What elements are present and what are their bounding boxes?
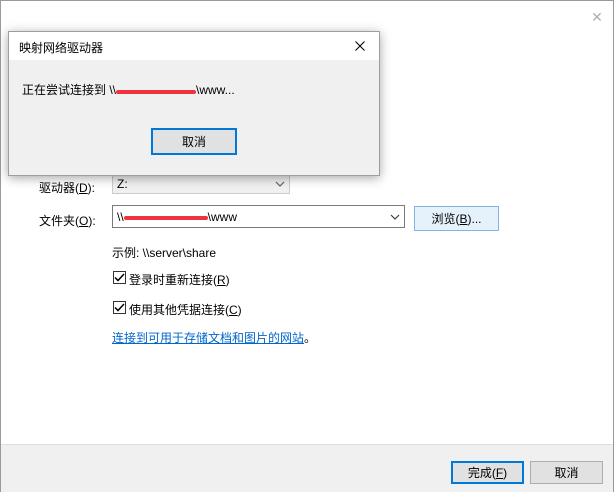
credentials-label-suffix: ): [237, 303, 242, 317]
folder-combobox[interactable]: \\ \www: [112, 205, 405, 228]
other-credentials-label[interactable]: 使用其他凭据连接(C): [129, 301, 242, 318]
drive-label-suffix: ):: [87, 181, 96, 195]
storage-site-link[interactable]: 连接到可用于存储文档和图片的网站: [112, 331, 304, 345]
wizard-cancel-button[interactable]: 取消: [530, 461, 603, 484]
wizard-close-icon[interactable]: ✕: [589, 9, 605, 25]
folder-prefix: \\: [117, 209, 124, 224]
browse-accesskey: B: [459, 211, 468, 226]
folder-label: 文件夹(O):: [39, 212, 96, 229]
folder-label-accesskey: O: [79, 214, 89, 228]
credentials-label-text: 使用其他凭据连接(: [129, 303, 229, 317]
reconnect-label-text: 登录时重新连接(: [129, 273, 217, 287]
dialog-titlebar: 映射网络驱动器: [9, 32, 379, 60]
drive-select-value: Z:: [117, 176, 128, 191]
storage-site-link-row: 连接到可用于存储文档和图片的网站。: [112, 329, 316, 346]
drive-label-accesskey: D: [79, 181, 88, 195]
redaction-mark: [116, 89, 197, 94]
browse-button[interactable]: 浏览(B)...: [414, 206, 499, 231]
folder-suffix: \www: [207, 209, 238, 224]
folder-input-value: \\ \www: [113, 210, 386, 224]
chevron-down-icon: [271, 174, 289, 193]
dialog-title: 映射网络驱动器: [19, 41, 104, 55]
drive-select[interactable]: Z:: [112, 173, 290, 194]
example-text: 示例: \\server\share: [112, 246, 217, 260]
close-icon[interactable]: [349, 36, 371, 56]
other-credentials-checkbox[interactable]: [113, 301, 126, 314]
reconnect-checkbox[interactable]: [113, 271, 126, 284]
folder-label-text: 文件夹(: [39, 214, 79, 228]
folder-label-suffix: ):: [88, 214, 96, 228]
browse-label: 浏览(: [431, 212, 460, 226]
message-prefix: 正在尝试连接到 \\: [22, 83, 117, 97]
connecting-dialog: 映射网络驱动器 正在尝试连接到 \\ \www... 取消: [8, 31, 380, 176]
finish-label: 完成(: [467, 466, 496, 480]
reconnect-label[interactable]: 登录时重新连接(R): [129, 271, 230, 288]
wizard-footer: 完成(F) 取消: [1, 444, 613, 492]
finish-button[interactable]: 完成(F): [451, 461, 524, 484]
checkmark-icon: [114, 303, 125, 312]
dialog-cancel-button[interactable]: 取消: [151, 128, 237, 155]
chevron-down-icon[interactable]: [386, 206, 404, 227]
connecting-message: 正在尝试连接到 \\ \www...: [22, 81, 235, 98]
message-suffix: \www...: [196, 83, 235, 97]
drive-label-text: 驱动器(: [39, 181, 79, 195]
redaction-mark: [123, 216, 208, 221]
browse-suffix: )...: [467, 211, 482, 226]
link-period: 。: [304, 331, 317, 345]
reconnect-accesskey: R: [217, 273, 226, 287]
drive-label: 驱动器(D):: [39, 179, 95, 196]
credentials-accesskey: C: [229, 303, 238, 317]
reconnect-label-suffix: ): [225, 273, 230, 287]
checkmark-icon: [114, 273, 125, 282]
finish-suffix: ): [503, 465, 508, 480]
finish-accesskey: F: [495, 465, 504, 480]
